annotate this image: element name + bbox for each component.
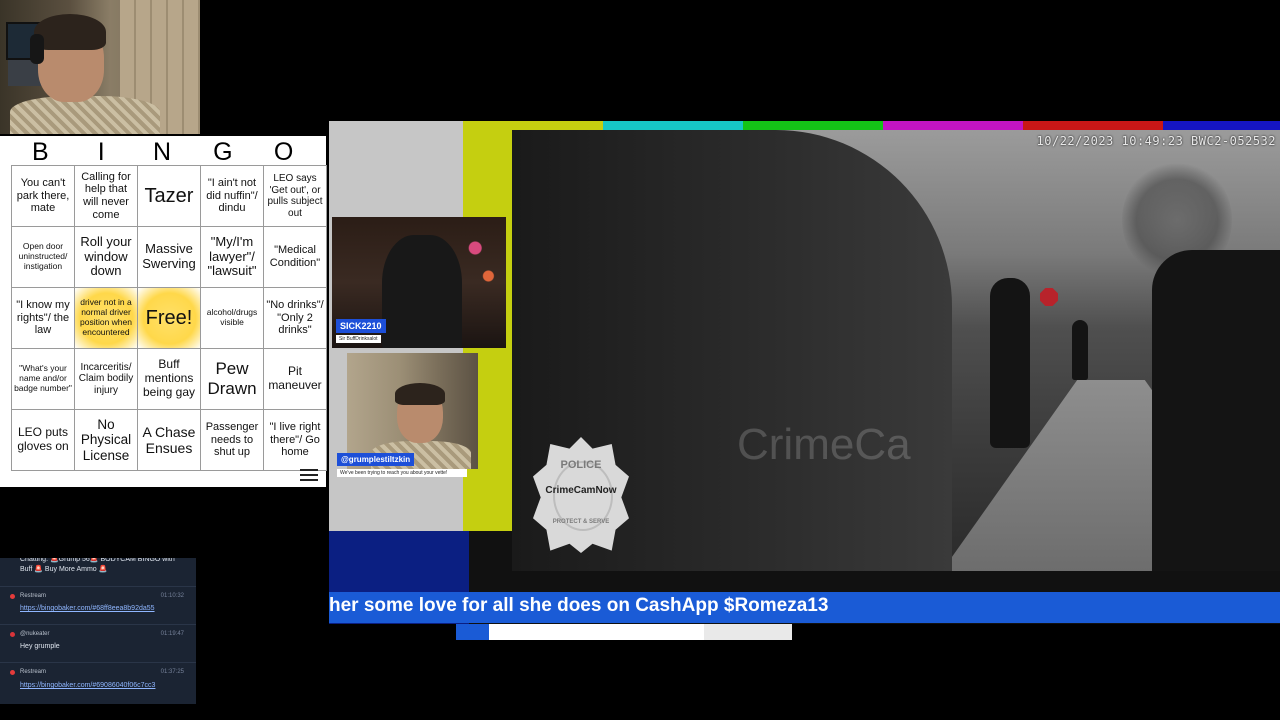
chat-time: 01:37:25 <box>160 669 184 675</box>
streamer-shirt <box>10 96 160 134</box>
bingo-cell[interactable]: Open door uninstructed/ instigation <box>11 226 75 288</box>
chat-message-text: Hey grumple <box>20 643 60 650</box>
bingo-letter: I <box>97 138 105 166</box>
ticker-progress-accent <box>456 624 489 640</box>
officer-foreground <box>1152 250 1280 571</box>
ticker-progress <box>456 624 792 640</box>
bingo-cell[interactable]: Buff mentions being gay <box>137 348 201 410</box>
chat-username: Restream <box>20 669 47 675</box>
bingo-card: B I N G O You can't park there, mate Cal… <box>0 136 327 487</box>
chat-message: @nukeater 01:19:47 Hey grumple <box>0 624 196 661</box>
bingo-cell[interactable]: Passenger needs to shut up <box>200 409 264 471</box>
ticker-text: her some love for all she does on CashAp… <box>329 595 829 616</box>
video-watermark: CrimeCa <box>737 420 911 469</box>
badge-bottom-text: PROTECT & SERVE <box>552 519 610 525</box>
bingo-free-space[interactable]: Free! <box>137 287 201 349</box>
chat-time: 01:19:47 <box>160 631 184 637</box>
bingo-cell[interactable]: LEO says 'Get out', or pulls subject out <box>263 165 327 227</box>
bingo-cell[interactable]: "Medical Condition" <box>263 226 327 288</box>
bingo-letter: N <box>152 138 172 166</box>
bingo-cell[interactable]: "What's your name and/or badge number" <box>11 348 75 410</box>
bingo-cell[interactable]: "I ain't not did nuffin"/ dindu <box>200 165 264 227</box>
chat-panel[interactable]: Chatting: 🚨Grump 56🚨 BODYCAM BINGO with … <box>0 558 196 704</box>
headphone-icon <box>30 34 44 64</box>
bingo-cell[interactable]: alcohol/drugs visible <box>200 287 264 349</box>
bingo-cell[interactable]: LEO puts gloves on <box>11 409 75 471</box>
chat-username: Restream <box>20 593 47 599</box>
news-ticker: her some love for all she does on CashAp… <box>329 592 1280 623</box>
bingo-cell[interactable]: Massive Swerving <box>137 226 201 288</box>
background-lights <box>462 227 506 297</box>
badge-brand-text: CrimeCamNow <box>545 485 617 496</box>
chat-message: Chatting: 🚨Grump 56🚨 BODYCAM BINGO with … <box>0 558 196 583</box>
bingo-letter: G <box>213 138 233 166</box>
streamer-hair <box>34 14 106 50</box>
bingo-letter: B <box>32 138 49 166</box>
bingo-cell[interactable]: No Physical License <box>74 409 138 471</box>
youtube-icon <box>10 632 15 637</box>
police-badge-logo: POLICE CrimeCamNow PROTECT & SERVE <box>533 437 629 553</box>
guest-hair <box>395 383 445 405</box>
bingo-cell[interactable]: Calling for help that will never come <box>74 165 138 227</box>
bingo-header: B I N G O <box>10 138 314 166</box>
bingo-grid: You can't park there, mate Calling for h… <box>11 165 327 471</box>
bingo-cell[interactable]: Pew Drawn <box>200 348 264 410</box>
chat-username: @nukeater <box>20 631 50 637</box>
restream-icon <box>10 670 15 675</box>
guest-figure <box>382 235 462 348</box>
chat-link[interactable]: https://bingobaker.com/#68ff8eea8b92da55 <box>20 605 155 612</box>
bingo-cell[interactable]: A Chase Ensues <box>137 409 201 471</box>
restream-icon <box>10 594 15 599</box>
video-timestamp: 10/22/2023 10:49:23 BWC2-052532 <box>1036 134 1276 148</box>
chat-link[interactable]: https://bingobaker.com/#69086040f06c7cc3 <box>20 682 155 689</box>
streamer-webcam <box>0 0 200 134</box>
guest-webcam-1: SICK2210 Sir BuffDrinksalot <box>332 217 506 348</box>
guest-subtitle: Sir BuffDrinksalot <box>336 335 381 343</box>
bingo-cell-marked[interactable]: driver not in a normal driver position w… <box>74 287 138 349</box>
chat-message: Restream 01:37:25 https://bingobaker.com… <box>0 662 196 704</box>
bingo-cell[interactable]: You can't park there, mate <box>11 165 75 227</box>
bingo-cell[interactable]: "My/I'm lawyer"/ "lawsuit" <box>200 226 264 288</box>
bingo-cell[interactable]: "I know my rights"/ the law <box>11 287 75 349</box>
ticker-progress-tail <box>704 624 792 640</box>
bingo-cell[interactable]: "I live right there"/ Go home <box>263 409 327 471</box>
bystander-figure <box>1072 320 1088 380</box>
chat-time: 01:10:32 <box>160 593 184 599</box>
guest-webcam-2 <box>347 353 478 469</box>
guest-name-tag: SICK2210 <box>336 319 386 333</box>
chat-message-text: Chatting: 🚨Grump 56🚨 BODYCAM BINGO with … <box>20 558 175 573</box>
badge-top-text: POLICE <box>560 459 602 471</box>
guest-name-tag: @grumplestiltzkin <box>337 453 415 466</box>
bingo-cell[interactable]: Pit maneuver <box>263 348 327 410</box>
stop-sign <box>1040 288 1058 306</box>
bingo-letter: O <box>273 138 294 166</box>
officer-figure <box>990 278 1030 448</box>
chat-message: Restream 01:10:32 https://bingobaker.com… <box>0 586 196 623</box>
guest-subtitle: We've been trying to reach you about you… <box>337 469 467 477</box>
bingo-cell[interactable]: Tazer <box>137 165 201 227</box>
bingo-cell[interactable]: "No drinks"/ "Only 2 drinks" <box>263 287 327 349</box>
bingo-cell[interactable]: Roll your window down <box>74 226 138 288</box>
bingo-cell[interactable]: Incarceritis/ Claim bodily injury <box>74 348 138 410</box>
hamburger-menu-icon[interactable] <box>300 467 318 481</box>
